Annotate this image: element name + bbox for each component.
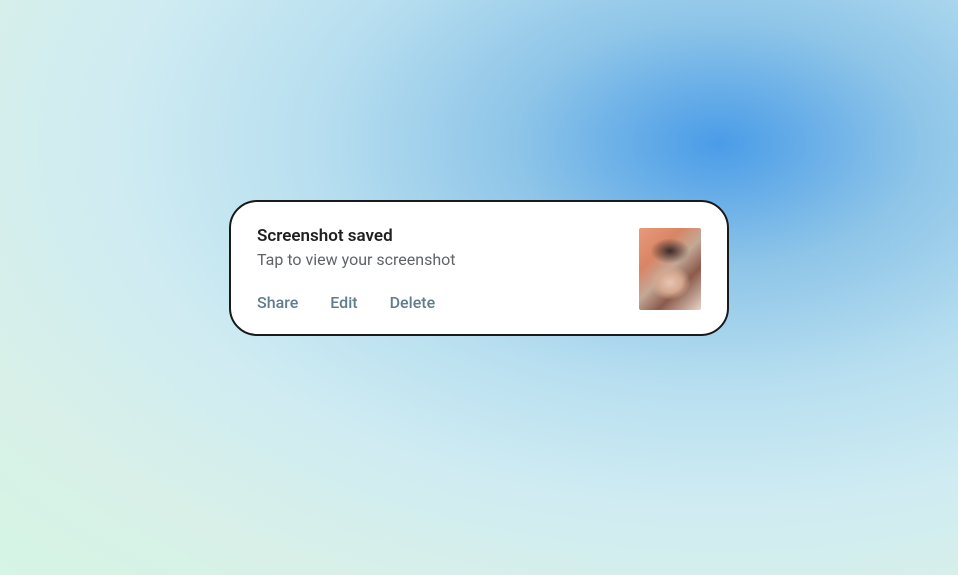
screenshot-notification[interactable]: Screenshot saved Tap to view your screen… <box>229 200 729 336</box>
notification-subtitle: Tap to view your screenshot <box>257 250 456 269</box>
notification-title: Screenshot saved <box>257 226 456 246</box>
screenshot-thumbnail[interactable] <box>639 228 701 310</box>
notification-actions: Share Edit Delete <box>257 293 456 312</box>
notification-content: Screenshot saved Tap to view your screen… <box>257 226 456 312</box>
share-button[interactable]: Share <box>257 293 298 312</box>
edit-button[interactable]: Edit <box>330 293 357 312</box>
delete-button[interactable]: Delete <box>390 293 436 312</box>
